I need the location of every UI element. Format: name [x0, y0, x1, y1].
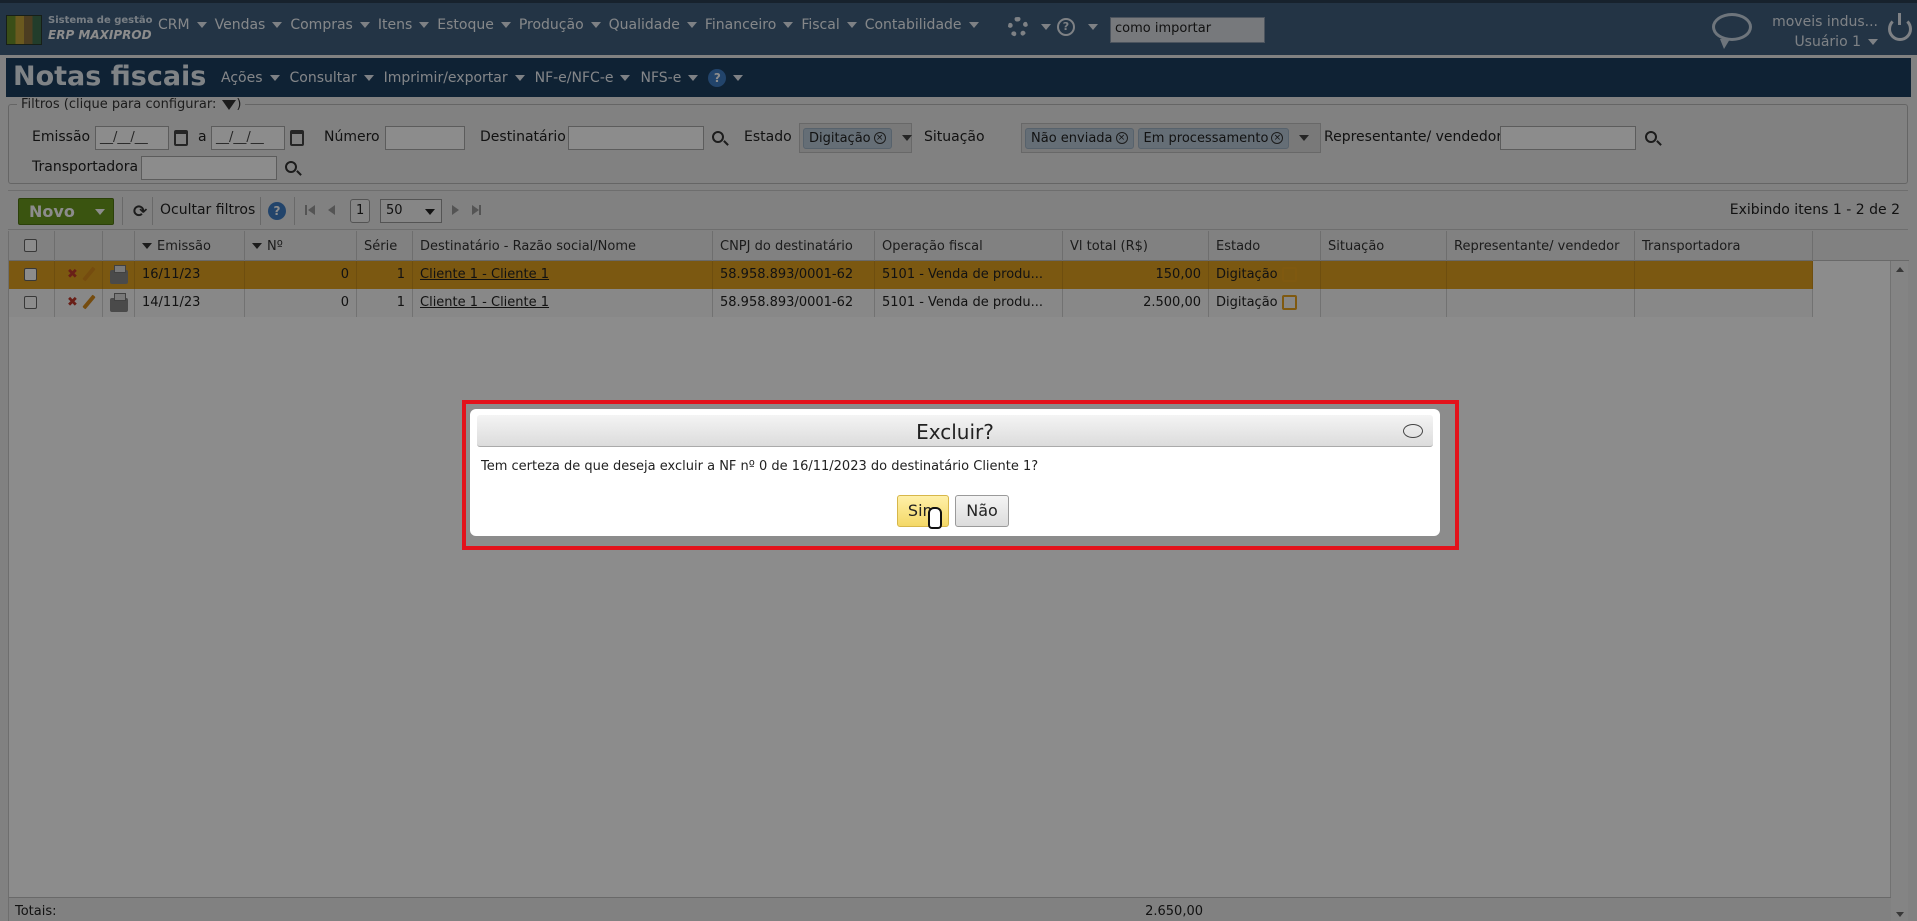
dialog-message: Tem certeza de que deseja excluir a NF n… [481, 459, 1039, 474]
hand-cursor-icon [928, 507, 942, 529]
confirm-delete-dialog: Excluir? Tem certeza de que deseja exclu… [470, 409, 1440, 536]
dialog-header: Excluir? [477, 415, 1433, 447]
confirm-no-button[interactable]: Não [955, 495, 1009, 527]
dialog-title: Excluir? [916, 420, 994, 444]
chat-icon[interactable] [1403, 424, 1423, 438]
